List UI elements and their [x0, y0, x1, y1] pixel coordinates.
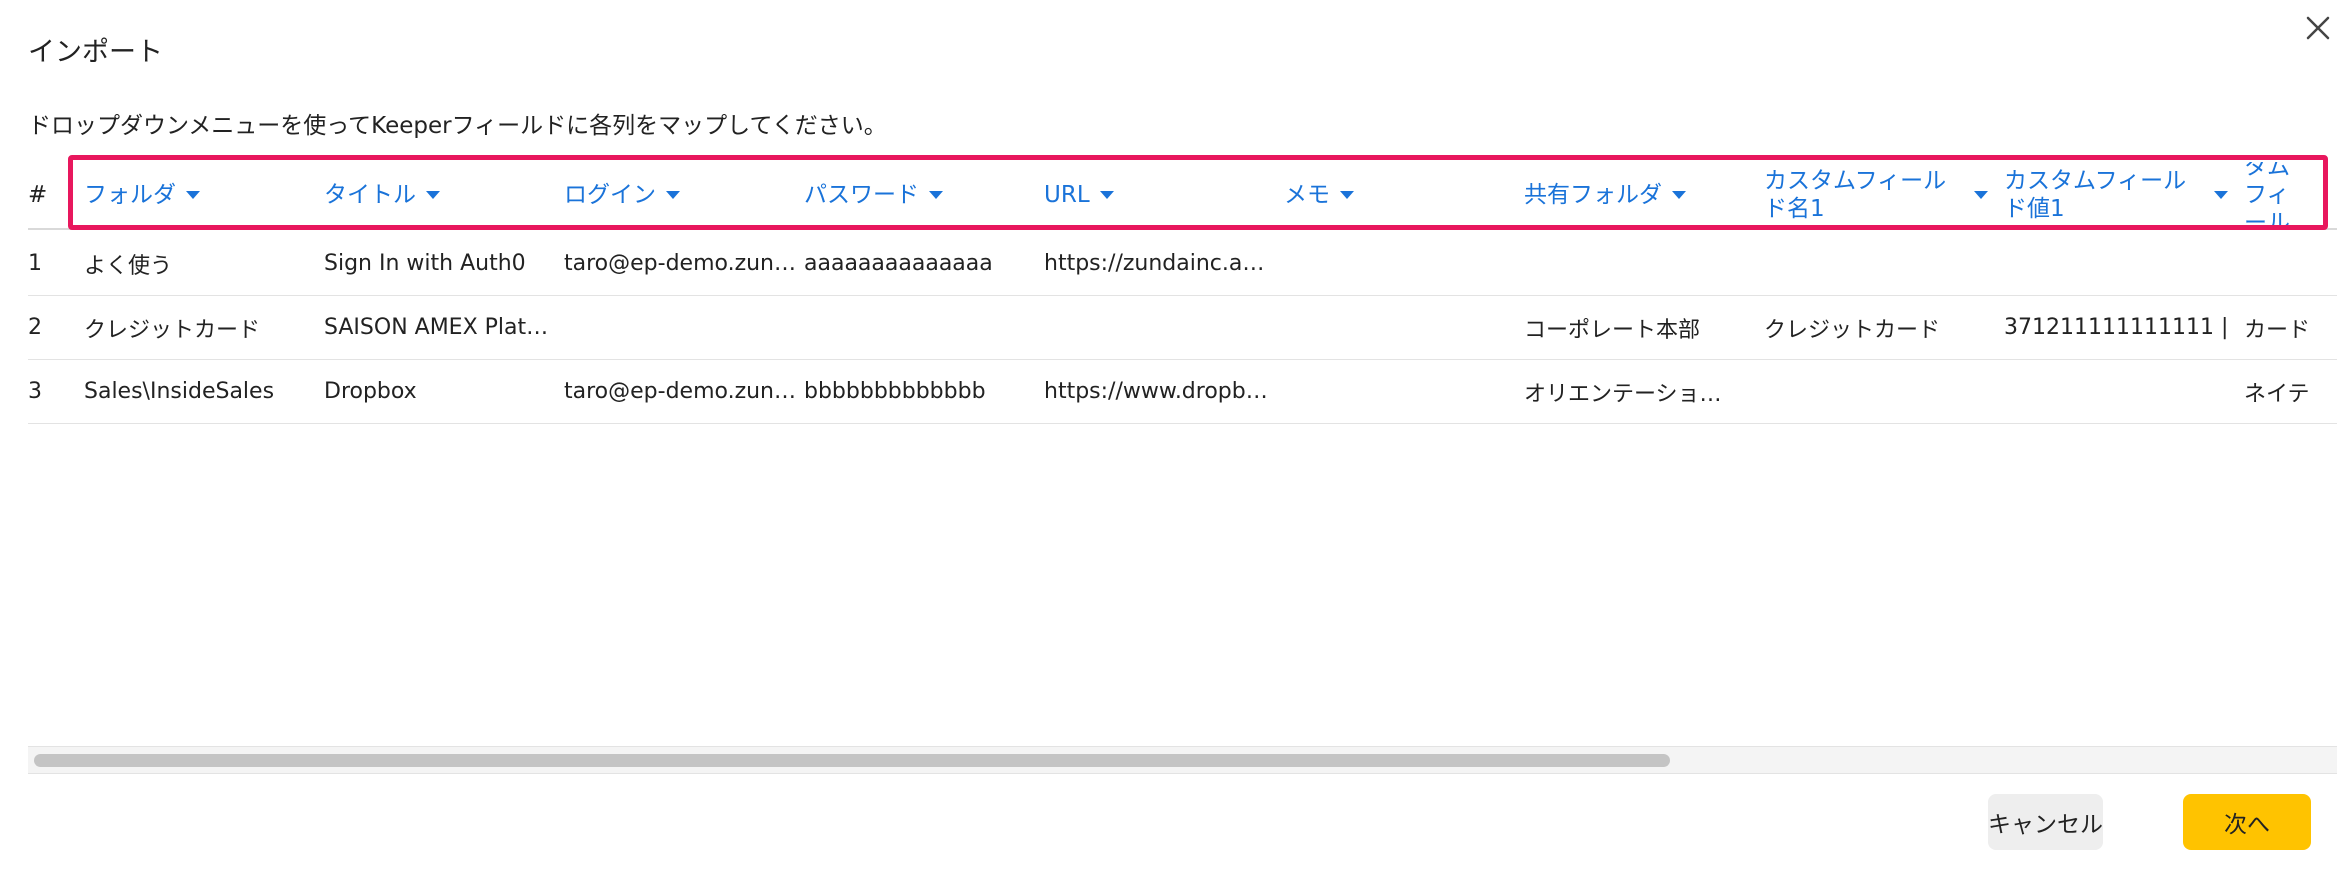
column-header-label: カスタムフィールド名: [2244, 162, 2290, 228]
table-cell: https://www.dropb…: [1044, 379, 1268, 404]
import-dialog: インポート ドロップダウンメニューを使ってKeeperフィールドに各列をマップし…: [0, 0, 2337, 873]
table-cell: [1044, 296, 1274, 359]
table-cell: https://zundainc.a…: [1044, 251, 1265, 276]
next-button[interactable]: 次へ: [2183, 794, 2311, 850]
column-header-label: メモ: [1284, 182, 1330, 208]
dialog-title: インポート: [28, 37, 163, 68]
caret-down-icon: [426, 191, 440, 199]
row-number: 1: [28, 251, 42, 276]
column-mapping-dropdown-custom-field-name-2[interactable]: カスタムフィールド名: [2244, 162, 2337, 228]
column-header-label: ログイン: [564, 182, 656, 208]
row-number-header: #: [28, 182, 48, 208]
table-cell: [2004, 232, 2234, 295]
column-header-label: URL: [1044, 182, 1090, 208]
caret-down-icon: [186, 191, 200, 199]
caret-down-icon: [2214, 191, 2228, 199]
table-cell: [1524, 232, 1754, 295]
column-mapping-dropdown-password[interactable]: パスワード: [804, 162, 1034, 228]
table-cell: コーポレート本部: [1524, 317, 1701, 343]
row-number: 2: [28, 315, 42, 340]
table-row: 3 Sales\InsideSales Dropbox taro@ep-demo…: [28, 360, 2337, 424]
table-cell: [2244, 232, 2337, 295]
column-header-label: 共有フォルダ: [1524, 182, 1662, 208]
close-icon: [2306, 16, 2330, 40]
table-cell: Sign In with Auth0: [324, 251, 526, 276]
column-mapping-dropdown-title[interactable]: タイトル: [324, 162, 554, 228]
column-mapping-dropdown-custom-field-name-1[interactable]: カスタムフィールド名1: [1764, 162, 1994, 228]
caret-down-icon: [929, 191, 943, 199]
column-header-label: タイトル: [324, 182, 416, 208]
table-cell: aaaaaaaaaaaaaa: [804, 251, 993, 276]
column-header-label: カスタムフィールド名1: [1764, 168, 1947, 222]
horizontal-scrollbar[interactable]: [28, 746, 2337, 774]
table-cell: Dropbox: [324, 379, 417, 404]
caret-down-icon: [1099, 191, 1114, 199]
table-cell: [1284, 232, 1514, 295]
caret-down-icon: [1340, 191, 1354, 199]
table-cell: [1764, 232, 1994, 295]
table-cell: Sales\InsideSales: [84, 379, 275, 404]
table-cell: [804, 296, 1034, 359]
table-cell: [564, 296, 794, 359]
column-mapping-dropdown-shared-folder[interactable]: 共有フォルダ: [1524, 162, 1754, 228]
table-cell: 371211111111111 | 02/2…: [2004, 315, 2234, 340]
table-cell: クレジットカード: [1764, 317, 1941, 343]
cancel-button[interactable]: キャンセル: [1988, 794, 2103, 850]
column-header-label: パスワード: [804, 182, 919, 208]
table-cell: SAISON AMEX Plat…: [324, 315, 549, 340]
scrollbar-thumb[interactable]: [34, 754, 1670, 767]
table-cell: カード: [2244, 317, 2311, 343]
column-mapping-dropdown-custom-field-value-1[interactable]: カスタムフィールド値1: [2004, 162, 2234, 228]
table-cell: よく使う: [84, 253, 173, 279]
table-cell: taro@ep-demo.zun…: [564, 379, 794, 404]
table-cell: [1284, 296, 1514, 359]
column-mapping-dropdown-url[interactable]: URL: [1044, 162, 1274, 228]
caret-down-icon: [666, 191, 680, 199]
table-cell: クレジットカード: [84, 317, 261, 343]
table-cell: ネイテ: [2244, 381, 2310, 407]
column-mapping-dropdown-memo[interactable]: メモ: [1284, 162, 1514, 228]
table-cell: [2004, 360, 2234, 423]
caret-down-icon: [1974, 191, 1988, 199]
table-cell: オリエンテーショ…: [1524, 381, 1722, 407]
table-cell: taro@ep-demo.zun…: [564, 251, 794, 276]
column-mapping-dropdown-folder[interactable]: フォルダ: [84, 162, 314, 228]
row-number: 3: [28, 379, 42, 404]
column-mapping-dropdown-login[interactable]: ログイン: [564, 162, 794, 228]
mapping-table: # フォルダ タイトル ログイン パスワード URL メモ 共有フォルダ カスタ…: [28, 150, 2337, 745]
table-header-row: # フォルダ タイトル ログイン パスワード URL メモ 共有フォルダ カスタ…: [28, 162, 2337, 230]
table-row: 2 クレジットカード SAISON AMEX Plat… コーポレート本部 クレ…: [28, 296, 2337, 360]
instruction-text: ドロップダウンメニューを使ってKeeperフィールドに各列をマップしてください。: [28, 113, 887, 139]
table-cell: [1764, 360, 1994, 423]
column-header-label: カスタムフィールド値1: [2004, 168, 2187, 222]
table-cell: [1284, 360, 1514, 423]
table-row: 1 よく使う Sign In with Auth0 taro@ep-demo.z…: [28, 232, 2337, 296]
close-button[interactable]: [2300, 10, 2336, 46]
caret-down-icon: [1672, 191, 1686, 199]
table-cell: bbbbbbbbbbbbb: [804, 379, 986, 404]
column-header-label: フォルダ: [84, 182, 176, 208]
